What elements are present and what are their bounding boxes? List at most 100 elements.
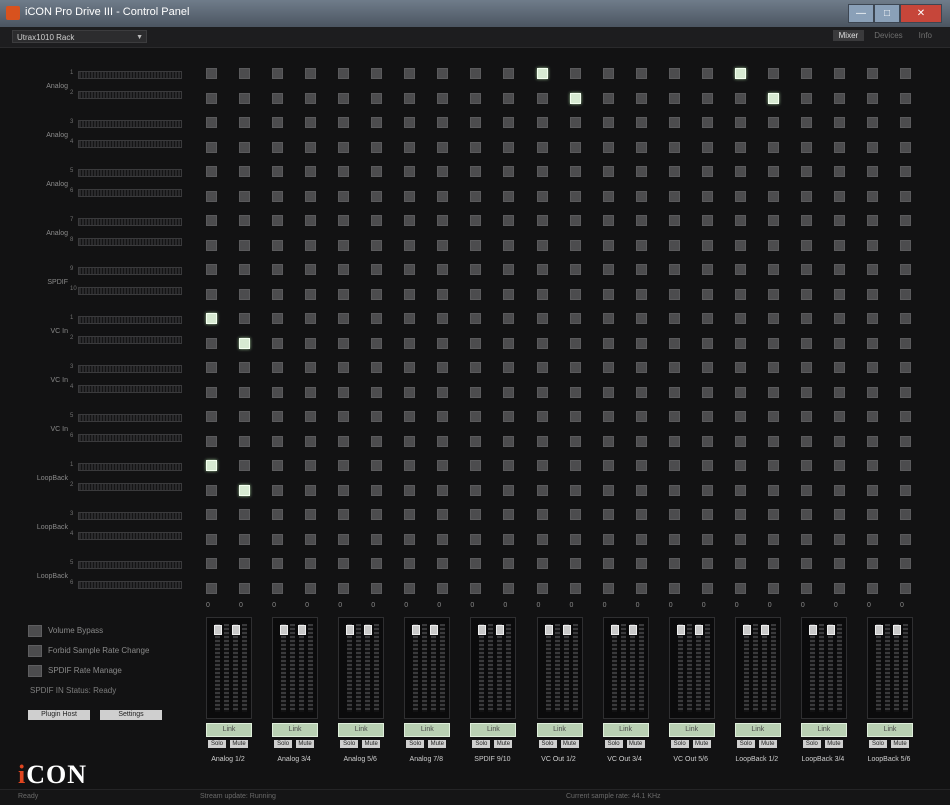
routing-cell[interactable]: [338, 435, 350, 447]
tab-mixer[interactable]: Mixer: [832, 30, 865, 41]
routing-cell[interactable]: [305, 141, 317, 153]
routing-cell[interactable]: [635, 386, 647, 398]
routing-cell[interactable]: [602, 362, 614, 373]
routing-cell[interactable]: [800, 190, 812, 202]
routing-cell[interactable]: [635, 117, 647, 128]
solo-button[interactable]: Solo: [406, 740, 425, 748]
routing-cell[interactable]: [701, 68, 713, 79]
routing-cell[interactable]: [404, 411, 416, 422]
routing-cell[interactable]: [470, 337, 482, 349]
routing-cell[interactable]: [569, 533, 581, 545]
routing-cell[interactable]: [668, 411, 680, 422]
routing-cell[interactable]: [305, 313, 317, 324]
routing-cell[interactable]: [900, 264, 911, 275]
routing-cell[interactable]: [272, 264, 284, 275]
routing-cell[interactable]: [734, 215, 746, 226]
routing-cell[interactable]: [239, 582, 250, 594]
routing-cell[interactable]: [701, 484, 713, 496]
link-button[interactable]: Link: [404, 723, 451, 737]
routing-cell[interactable]: [272, 362, 284, 373]
routing-cell[interactable]: [239, 411, 250, 422]
routing-cell-active[interactable]: [239, 337, 250, 349]
routing-cell[interactable]: [734, 141, 746, 153]
routing-cell[interactable]: [404, 509, 416, 520]
routing-cell[interactable]: [668, 460, 680, 471]
routing-cell[interactable]: [900, 435, 911, 447]
routing-cell[interactable]: [536, 460, 548, 471]
routing-cell[interactable]: [734, 533, 746, 545]
routing-cell[interactable]: [338, 533, 350, 545]
routing-cell[interactable]: [867, 215, 878, 226]
routing-cell[interactable]: [536, 337, 548, 349]
routing-cell[interactable]: [338, 558, 350, 569]
routing-cell[interactable]: [272, 460, 284, 471]
routing-cell[interactable]: [668, 435, 680, 447]
routing-cell[interactable]: [867, 117, 878, 128]
routing-cell[interactable]: [239, 166, 250, 177]
routing-cell-active[interactable]: [536, 68, 548, 79]
device-select[interactable]: Utrax1010 Rack ▼: [12, 30, 147, 43]
solo-button[interactable]: Solo: [802, 740, 821, 748]
routing-cell[interactable]: [635, 166, 647, 177]
routing-cell[interactable]: [602, 337, 614, 349]
routing-cell[interactable]: [272, 533, 284, 545]
routing-cell[interactable]: [371, 68, 383, 79]
routing-cell[interactable]: [833, 386, 845, 398]
routing-cell[interactable]: [701, 460, 713, 471]
routing-cell[interactable]: [338, 117, 350, 128]
routing-cell[interactable]: [437, 215, 449, 226]
routing-cell[interactable]: [437, 264, 449, 275]
routing-cell[interactable]: [734, 166, 746, 177]
routing-cell[interactable]: [404, 558, 416, 569]
routing-cell[interactable]: [272, 288, 284, 300]
routing-cell[interactable]: [536, 92, 548, 104]
routing-cell[interactable]: [767, 264, 779, 275]
routing-cell[interactable]: [239, 558, 250, 569]
routing-cell[interactable]: [470, 533, 482, 545]
routing-cell[interactable]: [470, 141, 482, 153]
routing-cell[interactable]: [305, 533, 317, 545]
routing-cell[interactable]: [602, 215, 614, 226]
routing-cell[interactable]: [800, 337, 812, 349]
solo-button[interactable]: Solo: [869, 740, 887, 748]
routing-cell[interactable]: [635, 362, 647, 373]
routing-cell[interactable]: [503, 288, 515, 300]
routing-cell[interactable]: [536, 509, 548, 520]
routing-cell[interactable]: [867, 558, 878, 569]
routing-cell[interactable]: [305, 190, 317, 202]
routing-cell[interactable]: [569, 435, 581, 447]
fader-handle[interactable]: [496, 625, 505, 635]
settings-button[interactable]: Settings: [100, 710, 162, 720]
routing-cell[interactable]: [734, 411, 746, 422]
fader-handle[interactable]: [893, 625, 901, 635]
routing-cell[interactable]: [800, 533, 812, 545]
routing-cell[interactable]: [602, 117, 614, 128]
routing-cell[interactable]: [404, 141, 416, 153]
routing-cell[interactable]: [239, 509, 250, 520]
routing-cell[interactable]: [701, 533, 713, 545]
routing-cell[interactable]: [635, 313, 647, 324]
routing-cell[interactable]: [767, 435, 779, 447]
routing-cell[interactable]: [800, 386, 812, 398]
fader-handle[interactable]: [214, 625, 222, 635]
routing-cell[interactable]: [437, 558, 449, 569]
routing-cell[interactable]: [338, 239, 350, 251]
routing-cell[interactable]: [569, 166, 581, 177]
routing-cell[interactable]: [404, 117, 416, 128]
routing-cell[interactable]: [668, 92, 680, 104]
routing-cell[interactable]: [206, 166, 217, 177]
routing-cell[interactable]: [503, 313, 515, 324]
routing-cell[interactable]: [305, 362, 317, 373]
routing-cell[interactable]: [833, 435, 845, 447]
routing-cell[interactable]: [437, 460, 449, 471]
routing-cell[interactable]: [635, 215, 647, 226]
routing-cell[interactable]: [569, 411, 581, 422]
routing-cell[interactable]: [338, 484, 350, 496]
routing-cell[interactable]: [734, 509, 746, 520]
routing-cell[interactable]: [569, 582, 581, 594]
routing-cell[interactable]: [338, 68, 350, 79]
option-checkbox[interactable]: [28, 645, 42, 657]
routing-cell[interactable]: [272, 166, 284, 177]
routing-cell[interactable]: [668, 68, 680, 79]
routing-cell[interactable]: [371, 288, 383, 300]
